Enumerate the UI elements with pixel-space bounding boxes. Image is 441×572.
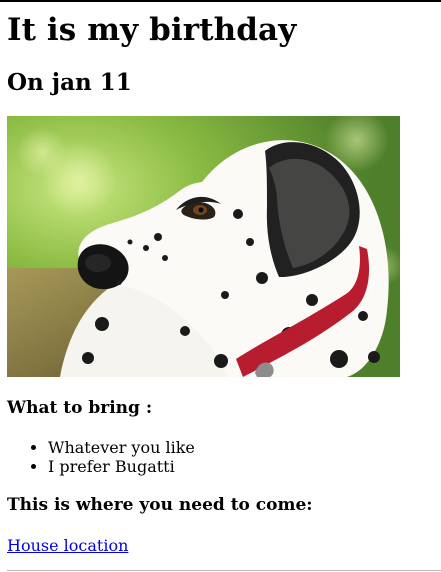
- location-heading: This is where you need to come:: [7, 495, 313, 515]
- dalmatian-illustration: [7, 116, 400, 377]
- bring-item: I prefer Bugatti: [48, 457, 435, 476]
- dalmatian-photo: [7, 116, 400, 377]
- bring-heading: What to bring :: [7, 398, 153, 418]
- bring-list: Whatever you like I prefer Bugatti: [7, 438, 435, 476]
- page-subtitle: On jan 11: [7, 69, 132, 96]
- house-location-link[interactable]: House location: [7, 536, 128, 555]
- bring-item: Whatever you like: [48, 438, 435, 457]
- top-border: [0, 0, 441, 2]
- page-title: It is my birthday: [7, 12, 297, 48]
- bottom-divider: [7, 570, 441, 571]
- page-content: It is my birthday On jan 11 What to brin…: [7, 12, 435, 555]
